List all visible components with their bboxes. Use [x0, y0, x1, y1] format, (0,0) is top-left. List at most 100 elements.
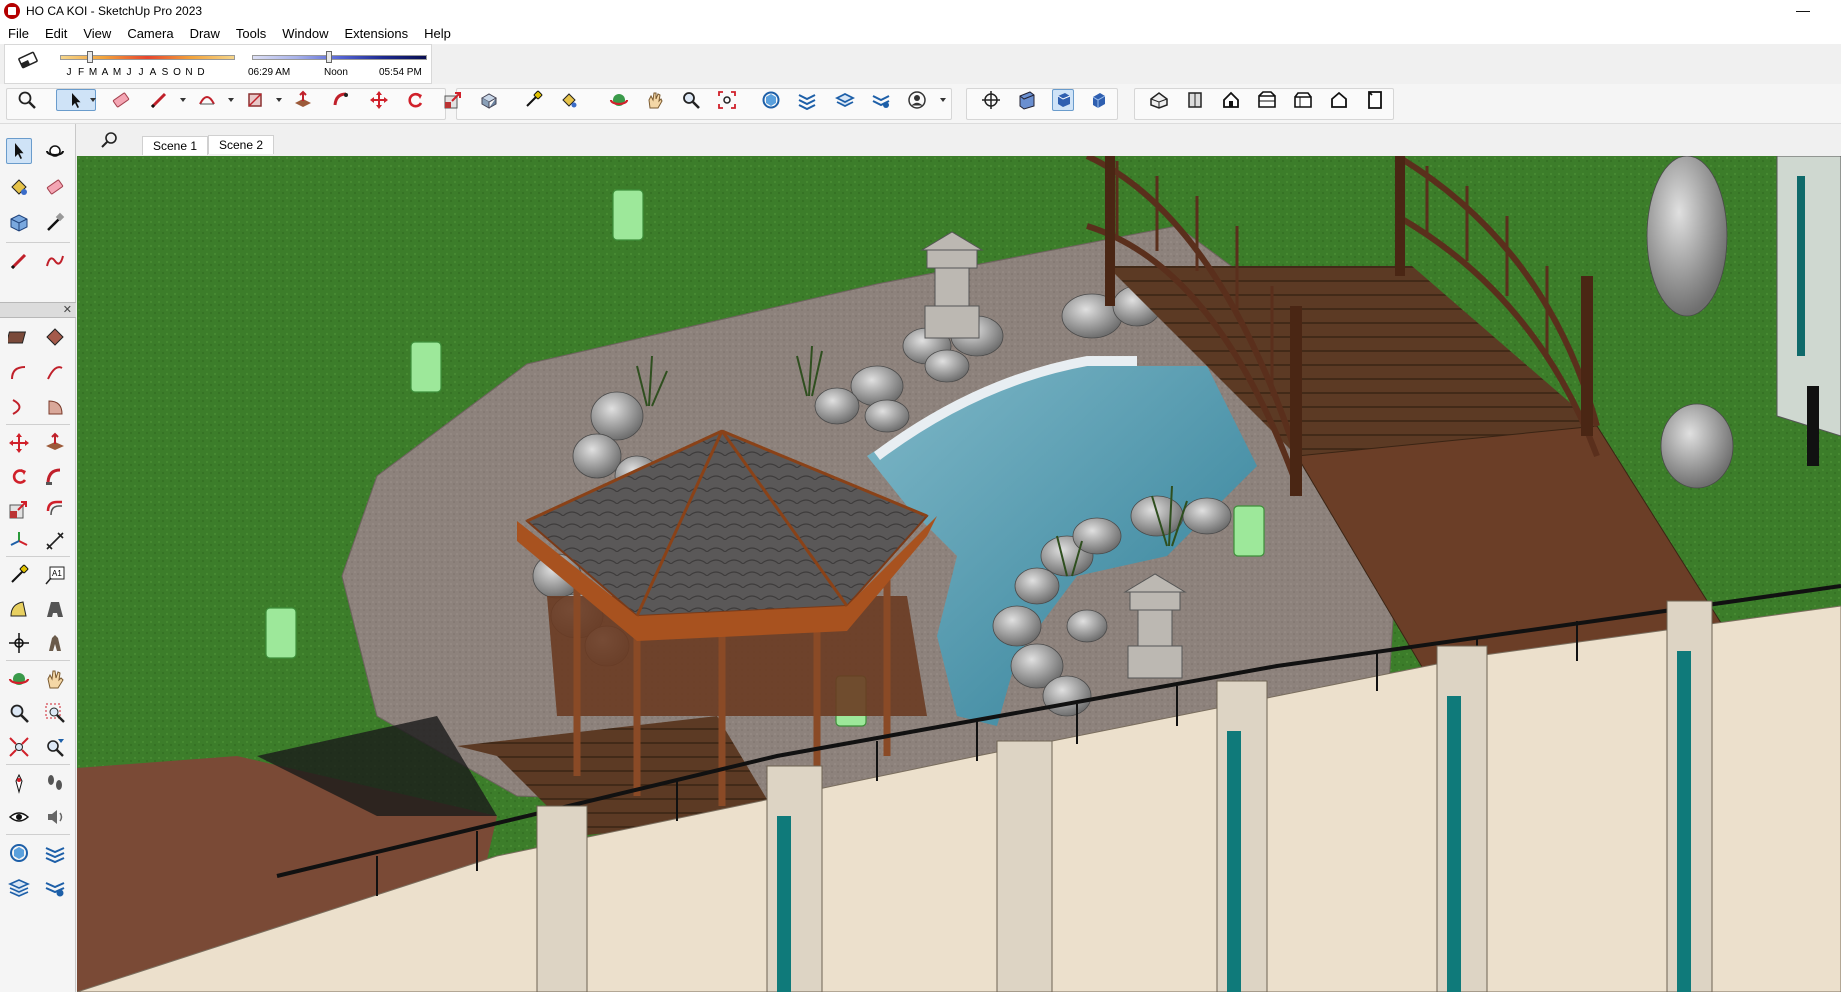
rectangle-icon[interactable]: [6, 324, 32, 350]
back-view-icon[interactable]: [1292, 89, 1314, 111]
dimension-icon[interactable]: [42, 528, 68, 554]
push-pull-icon[interactable]: [42, 430, 68, 456]
menu-camera[interactable]: Camera: [127, 26, 173, 41]
top-view-icon[interactable]: [1184, 89, 1206, 111]
paint-bucket-icon[interactable]: [6, 174, 32, 200]
bottom-view-icon[interactable]: [1364, 89, 1386, 111]
zoom-extents-icon[interactable]: [6, 734, 32, 760]
arc-icon[interactable]: [6, 360, 32, 386]
3d-warehouse-icon[interactable]: [760, 89, 782, 111]
section-plane-icon[interactable]: [980, 89, 1002, 111]
line-dropdown[interactable]: [180, 98, 186, 102]
zoom-icon[interactable]: [6, 700, 32, 726]
menu-help[interactable]: Help: [424, 26, 451, 41]
eraser-icon[interactable]: [42, 174, 68, 200]
tab-scene-2[interactable]: Scene 2: [208, 135, 275, 154]
layout-icon[interactable]: [834, 89, 856, 111]
extension-manager-icon[interactable]: [42, 874, 68, 900]
menu-window[interactable]: Window: [282, 26, 328, 41]
menu-edit[interactable]: Edit: [45, 26, 67, 41]
orbit-icon[interactable]: [6, 666, 32, 692]
position-camera-icon[interactable]: [6, 770, 32, 796]
account-icon[interactable]: [906, 89, 928, 111]
zoom-extents-icon[interactable]: [16, 89, 38, 111]
close-icon[interactable]: ✕: [63, 303, 72, 316]
orbit-icon[interactable]: [42, 138, 68, 164]
menu-tools[interactable]: Tools: [236, 26, 266, 41]
front-view-icon[interactable]: [1220, 89, 1242, 111]
tape-measure-icon[interactable]: [522, 89, 544, 111]
follow-me-icon[interactable]: [42, 464, 68, 490]
zoom-window-icon[interactable]: [716, 89, 738, 111]
axes-icon[interactable]: [6, 528, 32, 554]
menu-file[interactable]: File: [8, 26, 29, 41]
select-dropdown[interactable]: [90, 98, 96, 102]
extension-warehouse-icon[interactable]: [796, 89, 818, 111]
text-icon[interactable]: A1: [42, 562, 68, 588]
scale-icon[interactable]: [442, 89, 464, 111]
shapes-dropdown[interactable]: [276, 98, 282, 102]
rotate-icon[interactable]: [404, 89, 426, 111]
search-icon[interactable]: [100, 130, 120, 150]
eraser-icon[interactable]: [110, 89, 132, 111]
month-slider-thumb[interactable]: [87, 51, 93, 63]
select-icon[interactable]: [6, 138, 32, 164]
line-icon[interactable]: [6, 248, 32, 274]
tape-measure-icon[interactable]: [6, 562, 32, 588]
orbit-icon[interactable]: [608, 89, 630, 111]
move-icon[interactable]: [6, 430, 32, 456]
iso-view-icon[interactable]: [1148, 89, 1170, 111]
time-slider-thumb[interactable]: [326, 51, 332, 63]
right-view-icon[interactable]: [1256, 89, 1278, 111]
display-section-icon[interactable]: [1016, 89, 1038, 111]
section-cuts-icon[interactable]: [1052, 89, 1074, 111]
three-point-arc-icon[interactable]: [6, 394, 32, 420]
walk-icon[interactable]: [42, 630, 68, 656]
floating-toolbar-header[interactable]: ✕: [0, 302, 76, 318]
pan-icon[interactable]: [644, 89, 666, 111]
extension-manager-icon[interactable]: [870, 89, 892, 111]
pencil-icon[interactable]: [148, 89, 170, 111]
footprints-icon[interactable]: [42, 770, 68, 796]
protractor-icon[interactable]: [6, 596, 32, 622]
rotated-rectangle-icon[interactable]: [42, 324, 68, 350]
previous-view-icon[interactable]: [42, 734, 68, 760]
zoom-window-icon[interactable]: [42, 700, 68, 726]
pie-icon[interactable]: [42, 394, 68, 420]
model-viewport[interactable]: [77, 156, 1841, 992]
account-dropdown[interactable]: [940, 98, 946, 102]
offset-icon[interactable]: [478, 89, 500, 111]
menu-view[interactable]: View: [83, 26, 111, 41]
component-icon[interactable]: [6, 210, 32, 236]
follow-me-icon[interactable]: [330, 89, 352, 111]
rotate-icon[interactable]: [6, 464, 32, 490]
arc-dropdown[interactable]: [228, 98, 234, 102]
look-around-icon[interactable]: [6, 804, 32, 830]
tab-scene-1[interactable]: Scene 1: [142, 136, 209, 155]
push-pull-icon[interactable]: [292, 89, 314, 111]
3d-warehouse-icon[interactable]: [6, 840, 32, 866]
move-icon[interactable]: [368, 89, 390, 111]
sound-icon[interactable]: [42, 804, 68, 830]
scale-icon[interactable]: [6, 496, 32, 522]
position-camera-icon[interactable]: [6, 630, 32, 656]
menu-extensions[interactable]: Extensions: [345, 26, 409, 41]
tape-measure-icon[interactable]: [42, 210, 68, 236]
shadow-toggle-icon[interactable]: [17, 51, 39, 69]
extension-warehouse-icon[interactable]: [42, 840, 68, 866]
minimize-button[interactable]: —: [1793, 2, 1813, 18]
3d-text-icon[interactable]: [42, 596, 68, 622]
rectangle-icon[interactable]: [244, 89, 266, 111]
menu-draw[interactable]: Draw: [190, 26, 220, 41]
freehand-icon[interactable]: [42, 248, 68, 274]
section-fill-icon[interactable]: [1088, 89, 1110, 111]
paint-bucket-icon[interactable]: [558, 89, 580, 111]
zoom-icon[interactable]: [680, 89, 702, 111]
pan-icon[interactable]: [42, 666, 68, 692]
time-slider[interactable]: [252, 55, 427, 60]
left-view-icon[interactable]: [1328, 89, 1350, 111]
offset-icon[interactable]: [42, 496, 68, 522]
arc-icon[interactable]: [196, 89, 218, 111]
two-point-arc-icon[interactable]: [42, 360, 68, 386]
layout-icon[interactable]: [6, 874, 32, 900]
